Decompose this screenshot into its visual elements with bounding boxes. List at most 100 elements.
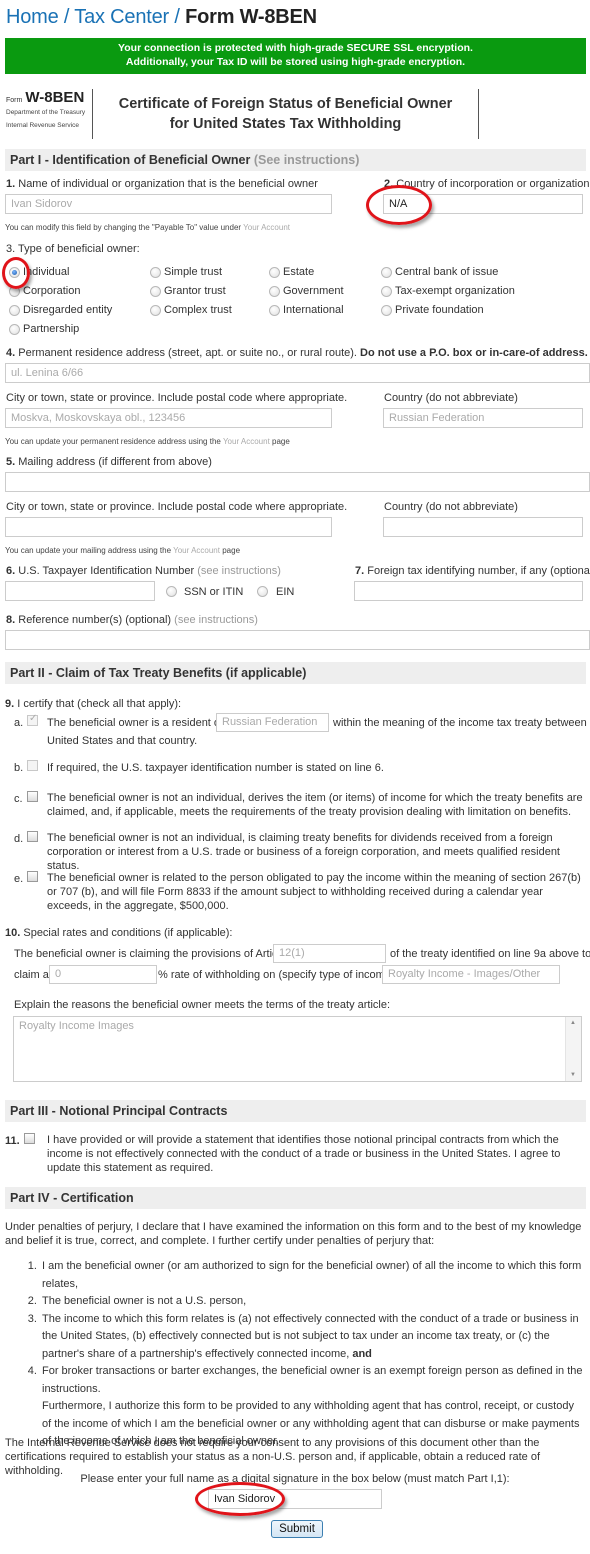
treaty-country-input[interactable]: Russian Federation bbox=[216, 713, 329, 732]
country-label: Country (do not abbreviate) bbox=[384, 392, 518, 404]
your-account-link[interactable]: Your Account bbox=[243, 223, 290, 232]
explain-textarea[interactable]: Royalty Income Images ▲ ▼ bbox=[13, 1016, 582, 1082]
tin-type-ein-radio[interactable] bbox=[257, 586, 268, 597]
item-9d-checkbox[interactable] bbox=[27, 831, 38, 842]
q4-warning: Do not use a P.O. box or in-care-of addr… bbox=[360, 347, 588, 359]
q5-label: 5. Mailing address (if different from ab… bbox=[6, 456, 212, 468]
ssl-line-2: Additionally, your Tax ID will be stored… bbox=[125, 55, 466, 68]
q2-number: 2. bbox=[384, 178, 394, 190]
q6-label: 6. U.S. Taxpayer Identification Number (… bbox=[6, 565, 281, 577]
permanent-address-input[interactable]: ul. Lenina 6/66 bbox=[5, 363, 590, 383]
q6-text: U.S. Taxpayer Identification Number bbox=[18, 565, 195, 577]
owner-type-tax-exempt-organization-radio[interactable] bbox=[381, 286, 392, 297]
city-input[interactable]: Moskva, Moskovskaya obl., 123456 bbox=[5, 408, 332, 428]
owner-type-individual-radio[interactable] bbox=[9, 267, 20, 278]
tin-type-ein-label: EIN bbox=[276, 586, 295, 598]
form-title-line-1: Certificate of Foreign Status of Benefic… bbox=[118, 96, 453, 112]
q10-number: 10. bbox=[5, 927, 21, 939]
owner-type-partnership-radio[interactable] bbox=[9, 324, 20, 335]
owner-type-disregarded-entity-radio[interactable] bbox=[9, 305, 20, 316]
q6-number: 6. bbox=[6, 565, 16, 577]
part-1-see-instructions-link[interactable]: (See instructions) bbox=[254, 153, 360, 167]
mailing-city-input[interactable] bbox=[5, 517, 332, 537]
reference-number-input[interactable] bbox=[5, 630, 590, 650]
q5-text: Mailing address (if different from above… bbox=[18, 456, 212, 468]
irs-consent-note: The Internal Revenue Service does not re… bbox=[5, 1437, 541, 1477]
owner-type-central-bank-of-issue-radio[interactable] bbox=[381, 267, 392, 278]
q10-text-1: The beneficial owner is claiming the pro… bbox=[14, 948, 287, 960]
q8-see-instructions-link[interactable]: (see instructions) bbox=[174, 614, 258, 626]
q11-number: 11. bbox=[5, 1135, 20, 1147]
mailing-city-label: City or town, state or province. Include… bbox=[6, 501, 348, 513]
q1-number: 1. bbox=[6, 178, 16, 190]
form-id-block: Form W-8BEN Department of the Treasury I… bbox=[6, 89, 92, 132]
owner-type-simple-trust-label: Simple trust bbox=[164, 266, 223, 278]
your-account-link[interactable]: Your Account bbox=[223, 437, 270, 446]
certification-item: The beneficial owner is not a U.S. perso… bbox=[40, 1293, 585, 1311]
q6-see-instructions-link[interactable]: (see instructions) bbox=[197, 565, 281, 577]
foreign-tin-input[interactable] bbox=[354, 581, 583, 601]
q4-number: 4. bbox=[6, 347, 16, 359]
submit-button[interactable]: Submit bbox=[271, 1520, 323, 1538]
item-9e-checkbox[interactable] bbox=[27, 871, 38, 882]
item-9a-checkbox[interactable] bbox=[27, 713, 38, 726]
income-type-input[interactable]: Royalty Income - Images/Other bbox=[382, 965, 560, 984]
owner-type-partnership-label: Partnership bbox=[23, 323, 80, 335]
owner-type-grantor-trust-radio[interactable] bbox=[150, 286, 161, 297]
q5-note-suffix: page bbox=[222, 546, 241, 555]
owner-type-disregarded-entity-label: Disregarded entity bbox=[23, 304, 113, 316]
treaty-article-input[interactable]: 12(1) bbox=[273, 944, 386, 963]
mailing-address-input[interactable] bbox=[5, 472, 590, 492]
breadcrumb-tax-center-link[interactable]: Tax Center bbox=[74, 6, 169, 28]
q1-label: 1. Name of individual or organization th… bbox=[6, 178, 318, 190]
certification-item-and: and bbox=[352, 1347, 372, 1360]
signature-label: Please enter your full name as a digital… bbox=[80, 1473, 510, 1485]
q2-label: 2. Country of incorporation or organizat… bbox=[384, 178, 589, 190]
us-tin-input[interactable] bbox=[5, 581, 155, 601]
scroll-up-arrow-icon[interactable]: ▲ bbox=[570, 1020, 576, 1026]
owner-type-international-radio[interactable] bbox=[269, 305, 280, 316]
owner-type-government-label: Government bbox=[283, 285, 344, 297]
owner-type-grantor-trust-label: Grantor trust bbox=[164, 285, 226, 297]
form-title: Certificate of Foreign Status of Benefic… bbox=[98, 94, 473, 134]
signature-input[interactable]: Ivan Sidorov bbox=[208, 1489, 382, 1509]
country-input[interactable]: Russian Federation bbox=[383, 408, 583, 428]
owner-type-estate-radio[interactable] bbox=[269, 267, 280, 278]
beneficial-owner-name-input[interactable]: Ivan Sidorov bbox=[5, 194, 332, 214]
withholding-rate-input[interactable]: 0 bbox=[49, 965, 157, 984]
item-9b-checkbox[interactable] bbox=[27, 760, 38, 771]
item-9b-letter: b. bbox=[14, 762, 24, 774]
owner-type-simple-trust-radio[interactable] bbox=[150, 267, 161, 278]
owner-type-private-foundation-radio[interactable] bbox=[381, 305, 392, 316]
part-4-title: Part IV - Certification bbox=[10, 1191, 134, 1205]
breadcrumb-home-link[interactable]: Home bbox=[6, 6, 59, 28]
owner-type-government-radio[interactable] bbox=[269, 286, 280, 297]
tin-type-ssn-label: SSN or ITIN bbox=[184, 586, 244, 598]
item-9e-text: The beneficial owner is related to the p… bbox=[47, 872, 581, 912]
form-word: Form bbox=[6, 97, 23, 104]
owner-type-complex-trust-radio[interactable] bbox=[150, 305, 161, 316]
item-9a-text-pre: The beneficial owner is a resident of bbox=[47, 717, 224, 729]
form-title-line-2: for United States Tax Withholding bbox=[169, 116, 402, 132]
item-9d-letter: d. bbox=[14, 833, 24, 845]
q11-checkbox[interactable] bbox=[24, 1133, 35, 1144]
your-account-link[interactable]: Your Account bbox=[173, 546, 220, 555]
header-divider bbox=[478, 89, 479, 139]
scroll-down-arrow-icon[interactable]: ▼ bbox=[570, 1072, 576, 1078]
explain-textarea-value: Royalty Income Images bbox=[19, 1020, 134, 1032]
mailing-country-input[interactable] bbox=[383, 517, 583, 537]
q5-note-text: You can update your mailing address usin… bbox=[5, 546, 172, 555]
owner-type-tax-exempt-organization-label: Tax-exempt organization bbox=[395, 285, 515, 297]
q4-note: You can update your permanent residence … bbox=[5, 437, 290, 446]
textarea-scrollbar[interactable]: ▲ ▼ bbox=[565, 1017, 581, 1081]
owner-type-central-bank-of-issue-label: Central bank of issue bbox=[395, 266, 499, 278]
tin-type-ssn-radio[interactable] bbox=[166, 586, 177, 597]
owner-type-corporation-radio[interactable] bbox=[9, 286, 20, 297]
item-9c-checkbox[interactable] bbox=[27, 791, 38, 802]
dept-irs: Internal Revenue Service bbox=[6, 122, 79, 129]
q4-note-text: You can update your permanent residence … bbox=[5, 437, 221, 446]
country-of-incorporation-input[interactable]: N/A bbox=[383, 194, 583, 214]
q7-label: 7. Foreign tax identifying number, if an… bbox=[355, 565, 590, 577]
item-9a-letter: a. bbox=[14, 717, 24, 729]
page-title: Form W-8BEN bbox=[185, 6, 317, 28]
